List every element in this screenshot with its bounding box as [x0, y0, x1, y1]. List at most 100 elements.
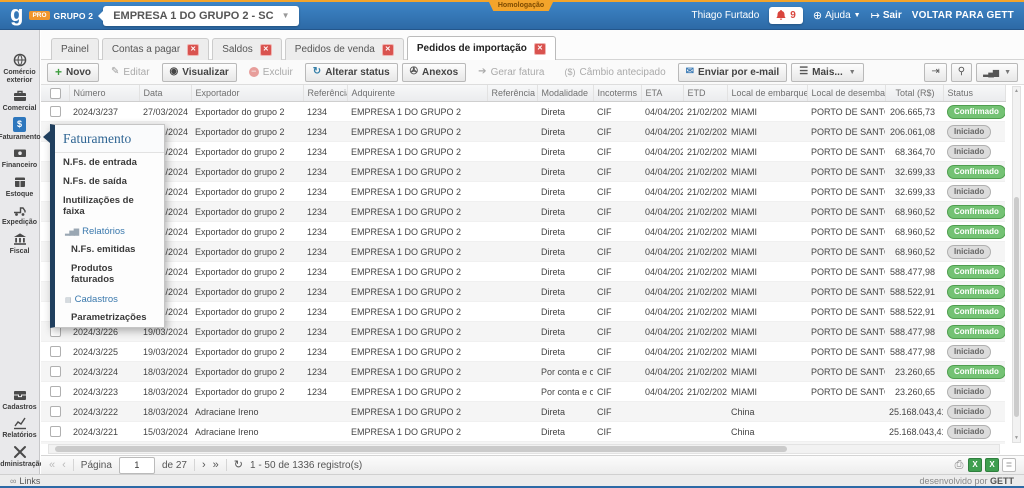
export-excel-icon[interactable]: X: [985, 458, 999, 472]
cell-etd: [683, 402, 727, 422]
column-header-local-de-embarque[interactable]: Local de embarque: [727, 85, 807, 102]
row-checkbox[interactable]: [50, 106, 61, 117]
refresh-icon[interactable]: ↻: [234, 460, 243, 471]
cell-eta: 04/04/2024: [641, 322, 683, 342]
table-row[interactable]: 2024/3/22318/03/2024Exportador do grupo …: [41, 382, 1005, 402]
anexos-button[interactable]: ✇Anexos: [402, 63, 467, 82]
row-checkbox[interactable]: [50, 426, 61, 437]
table-row[interactable]: 2024/3/22619/03/2024Exportador do grupo …: [41, 322, 1005, 342]
sidebar-item-estoque[interactable]: Estoque: [0, 174, 39, 199]
novo-button[interactable]: +Novo: [47, 63, 99, 82]
flyout-item-produtos-faturados[interactable]: Produtos faturados: [55, 259, 164, 289]
tab-pedidos-de-importacao[interactable]: Pedidos de importação✕: [407, 36, 556, 60]
flyout-item-parametrizacoes[interactable]: Parametrizações: [55, 308, 164, 327]
sidebar-item-administracao[interactable]: Administração: [0, 444, 39, 469]
chart-menu-icon[interactable]: ▂▄▆▼: [976, 63, 1018, 82]
help-button[interactable]: ⊕ Ajuda ▼: [813, 10, 861, 21]
sidebar-item-expedicao[interactable]: Expedição: [0, 202, 39, 227]
close-icon[interactable]: ✕: [382, 44, 394, 56]
alterar-status-button[interactable]: ↻Alterar status: [305, 63, 398, 82]
table-row[interactable]: 26/03/2024Exportador do grupo 21234EMPRE…: [41, 162, 1005, 182]
table-row[interactable]: 22/03/2024Exportador do grupo 21234EMPRE…: [41, 242, 1005, 262]
first-page-button[interactable]: «: [49, 460, 55, 471]
panel-toggle-icon[interactable]: ⇥: [924, 63, 946, 82]
export-document-icon[interactable]: ≣: [1002, 458, 1016, 472]
links-label[interactable]: Links: [19, 476, 40, 486]
page-input[interactable]: [119, 457, 155, 474]
scroll-up-icon[interactable]: ▲: [1013, 88, 1020, 94]
table-row[interactable]: 2024/3/22115/03/2024Adraciane IrenoEMPRE…: [41, 422, 1005, 442]
tab-painel[interactable]: Painel: [51, 38, 99, 60]
column-header-modalidade[interactable]: Modalidade: [537, 85, 593, 102]
column-header-local-de-desembarque[interactable]: Local de desembarque: [807, 85, 885, 102]
company-selector[interactable]: EMPRESA 1 DO GRUPO 2 - SC ▼: [103, 6, 299, 26]
scroll-down-icon[interactable]: ▼: [1013, 435, 1020, 441]
table-row[interactable]: 2024/3/22820/03/2024Exportador do grupo …: [41, 282, 1005, 302]
notifications-button[interactable]: 9: [769, 7, 803, 24]
export-excel-icon[interactable]: X: [968, 458, 982, 472]
visualizar-button[interactable]: ◉Visualizar: [162, 63, 237, 82]
vertical-scrollbar-thumb[interactable]: [1014, 197, 1019, 417]
close-icon[interactable]: ✕: [534, 43, 546, 55]
tab-contas-a-pagar[interactable]: Contas a pagar✕: [102, 38, 209, 60]
table-row[interactable]: 2024/3/22418/03/2024Exportador do grupo …: [41, 362, 1005, 382]
prev-page-button[interactable]: ‹: [62, 460, 66, 471]
column-header-referencia[interactable]: Referência: [487, 85, 537, 102]
table-row[interactable]: 22/03/2024Exportador do grupo 21234EMPRE…: [41, 222, 1005, 242]
select-all-checkbox[interactable]: [50, 88, 61, 99]
table-row[interactable]: 22/03/2024Exportador do grupo 21234EMPRE…: [41, 202, 1005, 222]
sidebar-item-comercio-exterior[interactable]: Comércio exterior: [0, 52, 39, 84]
search-icon[interactable]: ⚲: [951, 63, 972, 82]
mais-button[interactable]: ☰Mais...▼: [791, 63, 863, 82]
table-row[interactable]: 2024/3/23627/03/2024Exportador do grupo …: [41, 122, 1005, 142]
horizontal-scrollbar-thumb[interactable]: [55, 446, 787, 452]
horizontal-scrollbar[interactable]: [48, 444, 1000, 454]
column-header-etd[interactable]: ETD: [683, 85, 727, 102]
column-header-incoterms[interactable]: Incoterms: [593, 85, 641, 102]
cambio-antecipado-button[interactable]: ($)Câmbio antecipado: [556, 63, 673, 82]
close-icon[interactable]: ✕: [187, 44, 199, 56]
vertical-scrollbar[interactable]: ▲ ▼: [1012, 86, 1021, 443]
column-header-total-r[interactable]: Total (R$): [885, 85, 943, 102]
flyout-item-inutilizacoes-de-faixa[interactable]: Inutilizações de faixa: [55, 191, 164, 221]
logout-button[interactable]: ↦ Sair: [871, 10, 902, 21]
sidebar-item-faturamento[interactable]: $Faturamento: [0, 117, 39, 142]
column-header-adquirente[interactable]: Adquirente: [347, 85, 487, 102]
sidebar-item-financeiro[interactable]: Financeiro: [0, 145, 39, 170]
table-row[interactable]: 26/03/2024Exportador do grupo 21234EMPRE…: [41, 142, 1005, 162]
flyout-item-n-fs-emitidas[interactable]: N.Fs. emitidas: [55, 240, 164, 259]
gerar-fatura-button[interactable]: ➔Gerar fatura: [470, 63, 552, 82]
last-page-button[interactable]: »: [213, 460, 219, 471]
sidebar-item-relatorios[interactable]: Relatórios: [0, 415, 39, 440]
column-header-status[interactable]: Status: [943, 85, 1005, 102]
table-row[interactable]: 26/03/2024Exportador do grupo 21234EMPRE…: [41, 182, 1005, 202]
table-row[interactable]: 2024/3/22519/03/2024Exportador do grupo …: [41, 342, 1005, 362]
table-row[interactable]: 2024/3/22719/03/2024Exportador do grupo …: [41, 302, 1005, 322]
column-header-numero[interactable]: Número: [69, 85, 139, 102]
flyout-item-n-fs-de-saida[interactable]: N.Fs. de saída: [55, 172, 164, 191]
table-row[interactable]: 2024/3/22218/03/2024Adraciane IrenoEMPRE…: [41, 402, 1005, 422]
row-checkbox[interactable]: [50, 406, 61, 417]
next-page-button[interactable]: ›: [202, 460, 206, 471]
table-row[interactable]: 21/03/2024Exportador do grupo 21234EMPRE…: [41, 262, 1005, 282]
column-header-data[interactable]: Data: [139, 85, 191, 102]
close-icon[interactable]: ✕: [260, 44, 272, 56]
excluir-button[interactable]: −Excluir: [241, 63, 301, 82]
row-checkbox[interactable]: [50, 366, 61, 377]
flyout-item-n-fs-de-entrada[interactable]: N.Fs. de entrada: [55, 153, 164, 172]
tab-saldos[interactable]: Saldos✕: [212, 38, 282, 60]
enviar-por-e-mail-button[interactable]: ✉Enviar por e-mail: [678, 63, 788, 82]
tab-pedidos-de-venda[interactable]: Pedidos de venda✕: [285, 38, 404, 60]
back-to-gett-link[interactable]: VOLTAR PARA GETT: [912, 10, 1014, 21]
sidebar-item-fiscal[interactable]: Fiscal: [0, 231, 39, 256]
sidebar-item-cadastros[interactable]: Cadastros: [0, 387, 39, 412]
print-icon[interactable]: ⎙: [953, 459, 965, 471]
row-checkbox[interactable]: [50, 386, 61, 397]
editar-button[interactable]: ✎Editar: [103, 63, 158, 82]
sidebar-item-comercial[interactable]: Comercial: [0, 88, 39, 113]
table-row[interactable]: 2024/3/23727/03/2024Exportador do grupo …: [41, 102, 1005, 122]
column-header-eta[interactable]: ETA: [641, 85, 683, 102]
row-checkbox[interactable]: [50, 346, 61, 357]
column-header-referencia[interactable]: Referência: [303, 85, 347, 102]
column-header-exportador[interactable]: Exportador: [191, 85, 303, 102]
